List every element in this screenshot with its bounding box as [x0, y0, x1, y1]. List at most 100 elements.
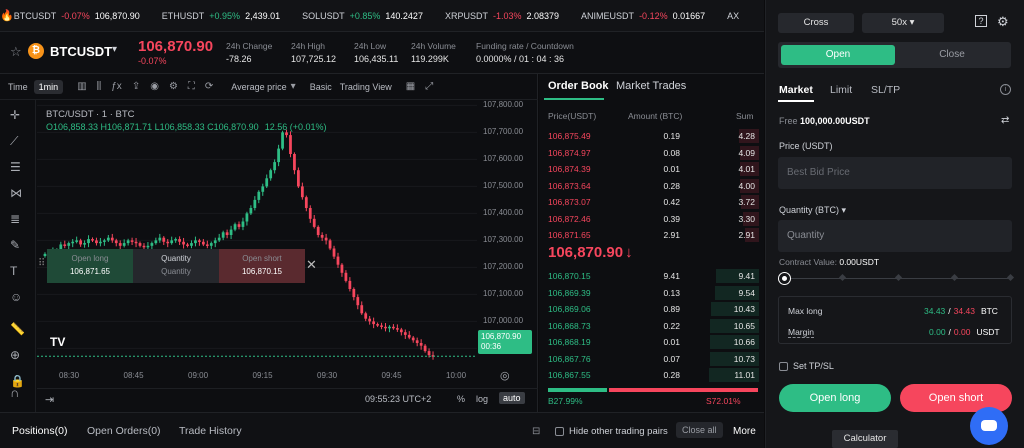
settings-gear-icon[interactable]: ⚙ — [997, 14, 1009, 30]
quick-open-long[interactable]: Open long 106,871.65 — [47, 249, 133, 283]
quantity-unit-select[interactable]: Quantity (BTC) ▾ — [779, 205, 846, 216]
ask-row[interactable]: 106,873.07 0.42 3.72 — [545, 194, 759, 210]
ask-row[interactable]: 106,872.46 0.39 3.30 — [545, 211, 759, 227]
pair-name[interactable]: BTCUSDT — [50, 44, 112, 59]
refresh-icon[interactable]: ⟳ — [205, 81, 213, 92]
bid-row[interactable]: 106,868.73 0.22 10.65 — [545, 318, 759, 334]
tab-open-orders[interactable]: Open Orders(0) — [87, 425, 161, 437]
zoom-in-icon[interactable]: ⊕ — [10, 348, 20, 362]
settings-gear-icon[interactable]: ⚙ — [169, 81, 178, 92]
order-type-limit[interactable]: Limit — [830, 84, 852, 96]
candle-body — [372, 321, 376, 325]
bid-row[interactable]: 106,868.19 0.01 10.66 — [545, 334, 759, 350]
auto-scale-button[interactable]: auto — [499, 392, 525, 404]
bid-row[interactable]: 106,867.76 0.07 10.73 — [545, 351, 759, 367]
crosshair-icon[interactable]: ✛ — [10, 108, 20, 122]
ticker-item[interactable]: ETHUSDT +0.95% 2,439.01 — [162, 11, 302, 21]
indicators-icon[interactable]: ƒx — [111, 81, 122, 92]
bid-row[interactable]: 106,869.39 0.13 9.54 — [545, 285, 759, 301]
support-chat-icon[interactable] — [970, 407, 1008, 445]
more-button[interactable]: More — [733, 426, 756, 437]
candlestick-plot[interactable] — [37, 100, 477, 370]
tab-positions[interactable]: Positions(0) — [12, 425, 67, 437]
price-input[interactable]: Best Bid Price — [778, 157, 1012, 189]
tradingview-tab[interactable]: Trading View — [340, 82, 392, 92]
candle-body — [91, 239, 94, 241]
camera-icon[interactable]: ◉ — [150, 81, 159, 92]
candle-body — [186, 244, 189, 246]
bid-row[interactable]: 106,870.15 9.41 9.41 — [545, 268, 759, 284]
quantity-slider-handle[interactable] — [779, 273, 790, 284]
average-price-select[interactable]: Average price — [231, 82, 286, 92]
open-tab[interactable]: Open — [781, 45, 895, 65]
fullscreen-icon[interactable]: ⛶ — [188, 81, 195, 92]
order-type-market[interactable]: Market — [779, 84, 813, 96]
close-tab[interactable]: Close — [895, 45, 1009, 65]
chart-type-icon[interactable]: ▥ — [77, 81, 86, 92]
favorite-star-icon[interactable]: ☆ — [10, 44, 22, 60]
calendar-goto-icon[interactable]: ⇥ — [45, 393, 54, 406]
info-icon[interactable]: i — [1000, 84, 1011, 95]
expand-icon[interactable]: ⤢ — [425, 81, 433, 92]
tpsl-checkbox[interactable] — [779, 362, 788, 371]
ask-row[interactable]: 106,871.65 2.91 2.91 — [545, 227, 759, 243]
transfer-icon[interactable]: ⇄ — [1001, 115, 1009, 126]
quick-open-short[interactable]: Open short 106,870.15 — [219, 249, 305, 283]
pattern-icon[interactable]: ⋈ — [10, 186, 22, 200]
tab-trade-history[interactable]: Trade History — [179, 425, 242, 437]
tab-market-trades[interactable]: Market Trades — [616, 80, 686, 92]
chevron-down-icon[interactable]: ▾ — [112, 44, 117, 55]
candles-icon[interactable]: ⫼ — [97, 81, 102, 92]
close-icon[interactable]: ✕ — [306, 257, 317, 273]
chevron-down-icon[interactable]: ▾ — [291, 81, 296, 92]
layout-grid-icon[interactable]: ▦ — [406, 81, 415, 92]
open-long-button[interactable]: Open long — [779, 384, 891, 412]
ask-row[interactable]: 106,873.64 0.28 4.00 — [545, 178, 759, 194]
candle-body — [245, 213, 249, 222]
ticker-item[interactable]: AX — [727, 11, 764, 21]
horizontal-lines-icon[interactable]: ☰ — [10, 160, 21, 174]
candle-body — [83, 243, 86, 245]
ticker-item[interactable]: XRPUSDT -1.03% 2.08379 — [445, 11, 581, 21]
emoji-icon[interactable]: ☺ — [10, 290, 22, 304]
interval-1min-button[interactable]: 1min — [33, 79, 64, 94]
btc-coin-icon: ₿ — [28, 43, 44, 59]
percent-scale-button[interactable]: % — [457, 394, 465, 404]
ruler-icon[interactable]: 📏 — [10, 322, 25, 336]
candle-body — [150, 243, 154, 246]
filter-icon[interactable]: ⊟ — [532, 426, 540, 437]
candle-body — [265, 178, 269, 187]
close-all-button[interactable]: Close all — [676, 422, 723, 438]
ticker-item[interactable]: BTCUSDT -0.07% 106,870.90 — [14, 11, 162, 21]
ask-row[interactable]: 106,874.39 0.01 4.01 — [545, 161, 759, 177]
text-tool-icon[interactable]: T — [10, 264, 17, 278]
basic-view-tab[interactable]: Basic — [310, 82, 332, 92]
leverage-select[interactable]: 50x ▾ — [862, 13, 944, 33]
ask-row[interactable]: 106,875.49 0.19 4.28 — [545, 128, 759, 144]
help-icon[interactable]: ? — [975, 15, 987, 27]
ask-row[interactable]: 106,874.97 0.08 4.09 — [545, 145, 759, 161]
margin-mode-select[interactable]: Cross — [778, 13, 854, 33]
drag-handle-icon[interactable]: ⠿ — [38, 258, 45, 269]
time-settings-icon[interactable]: ◎ — [500, 369, 510, 382]
share-icon[interactable]: ⇪ — [132, 81, 140, 92]
fib-icon[interactable]: ≣ — [10, 212, 20, 226]
candle-body — [110, 237, 114, 241]
ticker-item[interactable]: SOLUSDT +0.85% 140.2427 — [302, 11, 445, 21]
order-type-sltp[interactable]: SL/TP — [871, 84, 900, 96]
quick-quantity[interactable]: Quantity Quantity — [133, 249, 219, 283]
ticker-item[interactable]: ANIMEUSDT -0.12% 0.01667 — [581, 11, 727, 21]
candle-body — [281, 132, 284, 149]
brush-icon[interactable]: ✎ — [10, 238, 20, 252]
log-scale-button[interactable]: log — [476, 394, 488, 404]
mid-price: 106,870.90 ↓ — [548, 244, 633, 261]
hide-pairs-checkbox[interactable] — [555, 427, 564, 436]
trend-line-icon[interactable]: ⟋ — [10, 134, 18, 149]
candle-body — [130, 240, 134, 242]
quantity-input[interactable]: Quantity — [778, 220, 1012, 252]
magnet-icon[interactable]: ∩ — [10, 385, 19, 400]
bid-row[interactable]: 106,869.06 0.89 10.43 — [545, 301, 759, 317]
candle-body — [360, 305, 364, 314]
bid-row[interactable]: 106,867.55 0.28 11.01 — [545, 367, 759, 383]
tab-order-book[interactable]: Order Book — [548, 80, 609, 92]
